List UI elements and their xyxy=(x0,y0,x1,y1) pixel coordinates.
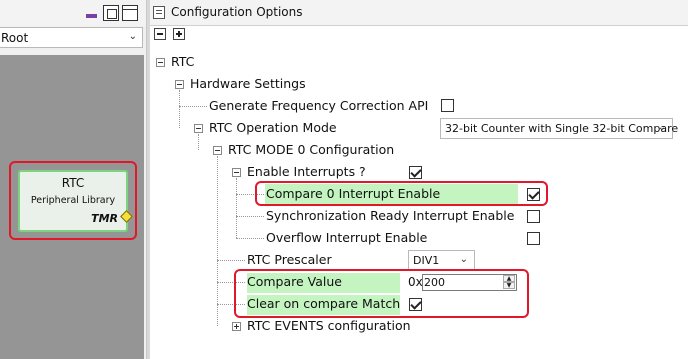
rtc-component-block[interactable]: RTC Peripheral Library TMR xyxy=(18,170,128,232)
clear-on-match-label: Clear on compare Match xyxy=(247,296,401,311)
compare0-interrupt-label: Compare 0 Interrupt Enable xyxy=(266,186,441,201)
document-icon xyxy=(153,6,165,19)
prescaler-value: DIV1 xyxy=(413,254,440,267)
gen-freq-correction-label: Generate Frequency Correction API xyxy=(209,98,429,113)
left-toolbar xyxy=(0,0,146,26)
tree-item-mode0-config[interactable]: RTC MODE 0 Configuration xyxy=(228,142,394,158)
collapse-rtc-icon[interactable] xyxy=(156,58,165,67)
prescaler-label: RTC Prescaler xyxy=(247,252,332,267)
collapse-hardware-settings-icon[interactable] xyxy=(175,80,184,89)
tree-item-hardware-settings[interactable]: Hardware Settings xyxy=(190,76,306,92)
compare-value-spinner[interactable]: ▲ ▼ xyxy=(422,274,517,291)
operation-mode-dropdown[interactable]: 32-bit Counter with Single 32-bit Compar… xyxy=(440,118,678,139)
tree-item-rtc[interactable]: RTC xyxy=(171,54,194,70)
block-subtitle: Peripheral Library xyxy=(30,195,116,206)
enable-interrupts-checkbox[interactable] xyxy=(409,166,422,179)
chevron-down-icon: ⌄ xyxy=(657,122,666,133)
tree-item-events-config[interactable]: RTC EVENTS configuration xyxy=(247,318,411,334)
sync-ready-interrupt-label: Synchronization Ready Interrupt Enable xyxy=(266,208,515,223)
overflow-interrupt-checkbox[interactable] xyxy=(527,232,540,245)
root-dropdown-label: Root xyxy=(1,31,29,45)
compare-value-input[interactable] xyxy=(424,276,502,289)
operation-mode-value: 32-bit Counter with Single 32-bit Compar… xyxy=(445,122,679,135)
root-dropdown[interactable]: Root ⌄ xyxy=(0,27,143,48)
collapse-mode0-config-icon[interactable] xyxy=(213,146,222,155)
maximize-icon[interactable] xyxy=(103,5,119,21)
expand-all-button[interactable] xyxy=(173,28,185,40)
collapse-all-button[interactable] xyxy=(154,28,166,40)
block-port-label: TMR xyxy=(91,212,118,225)
sync-ready-interrupt-checkbox[interactable] xyxy=(527,210,540,223)
left-panel: Root ⌄ RTC Peripheral Library TMR xyxy=(0,0,146,359)
compare0-interrupt-checkbox[interactable] xyxy=(527,188,540,201)
collapse-operation-mode-icon[interactable] xyxy=(194,124,203,133)
operation-mode-label: RTC Operation Mode xyxy=(209,120,337,135)
spin-down-icon[interactable]: ▼ xyxy=(503,282,515,289)
block-title: RTC xyxy=(61,176,85,190)
compare-value-prefix: 0x xyxy=(408,275,423,289)
enable-interrupts-label: Enable Interrupts ? xyxy=(247,164,366,179)
chevron-down-icon: ⌄ xyxy=(128,31,137,42)
compare-value-label: Compare Value xyxy=(247,274,343,289)
gen-freq-correction-checkbox[interactable] xyxy=(441,99,454,112)
spin-up-icon[interactable]: ▲ xyxy=(503,275,515,282)
restore-icon[interactable] xyxy=(122,5,138,21)
chevron-down-icon: ⌄ xyxy=(459,254,468,265)
prescaler-dropdown[interactable]: DIV1 ⌄ xyxy=(408,250,475,271)
overflow-interrupt-label: Overflow Interrupt Enable xyxy=(266,230,428,245)
collapse-enable-interrupts-icon[interactable] xyxy=(232,168,241,177)
panel-title: Configuration Options xyxy=(171,5,303,19)
panel-header: Configuration Options xyxy=(150,0,688,26)
expand-events-config-icon[interactable] xyxy=(232,322,241,331)
configuration-options-panel: Configuration Options RTC Hardware Setti… xyxy=(150,0,688,359)
minimize-icon[interactable] xyxy=(84,5,100,21)
clear-on-match-checkbox[interactable] xyxy=(409,298,422,311)
